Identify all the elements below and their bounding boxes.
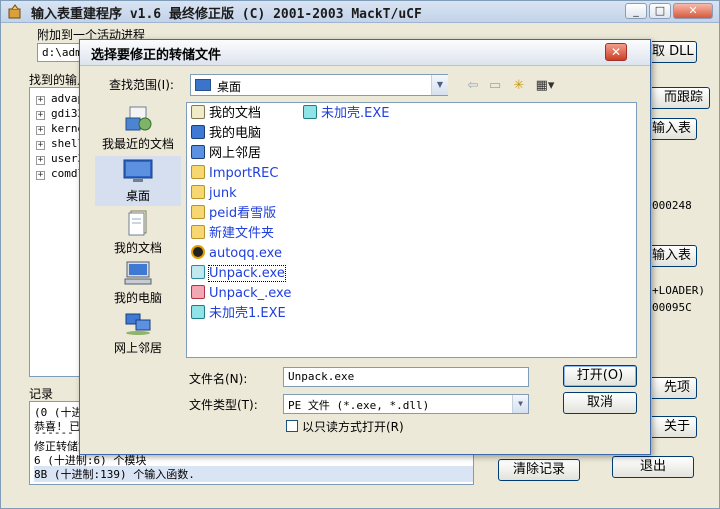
readonly-checkbox[interactable] <box>286 420 298 432</box>
file-item-exe[interactable]: 未加壳1.EXE <box>191 305 286 323</box>
expand-icon[interactable]: + <box>36 141 45 150</box>
dialog-titlebar[interactable]: 选择要修正的转储文件 ✕ <box>80 40 650 66</box>
place-network[interactable]: 网上邻居 <box>95 308 181 358</box>
maximize-button[interactable]: □ <box>649 3 671 19</box>
chevron-down-icon[interactable]: ▼ <box>431 75 448 95</box>
main-close-button[interactable]: ✕ <box>673 3 713 19</box>
expand-icon[interactable]: + <box>36 156 45 165</box>
qq-icon <box>191 245 205 259</box>
file-item-my-documents[interactable]: 我的文档 <box>191 105 261 123</box>
new-folder-icon[interactable]: ✳ <box>510 77 528 95</box>
place-my-computer[interactable]: 我的电脑 <box>95 258 181 308</box>
network-icon <box>125 313 151 335</box>
file-item-network[interactable]: 网上邻居 <box>191 145 261 163</box>
places-bar: 我最近的文档 桌面 我的文档 我的电脑 网上邻居 <box>93 102 185 358</box>
app-icon <box>8 4 21 19</box>
folder-icon <box>191 165 205 179</box>
expand-icon[interactable]: + <box>36 96 45 105</box>
filename-input[interactable]: Unpack.exe <box>283 367 529 387</box>
file-item-folder[interactable]: 新建文件夹 <box>191 225 274 243</box>
place-my-documents[interactable]: 我的文档 <box>95 208 181 258</box>
desktop-icon <box>195 79 211 91</box>
unpack-red-icon <box>191 285 205 299</box>
tree-item-module[interactable]: + gdi32 <box>36 107 84 120</box>
pick-dll-button[interactable]: 取 DLL <box>652 41 697 63</box>
file-item-folder[interactable]: junk <box>191 185 237 203</box>
readonly-label: 以只读方式打开(R) <box>302 420 404 434</box>
file-item-exe[interactable]: autoqq.exe <box>191 245 282 263</box>
look-in-label: 查找范围(I): <box>109 78 174 92</box>
file-item-exe[interactable]: Unpack.exe <box>191 265 286 283</box>
recent-docs-icon <box>125 106 152 131</box>
file-list[interactable]: 我的文档 我的电脑 网上邻居 ImportREC junk peid看雪版 新建… <box>186 102 637 358</box>
options-button[interactable]: 先项 <box>652 377 697 399</box>
file-item-folder[interactable]: peid看雪版 <box>191 205 276 223</box>
main-titlebar[interactable]: 输入表重建程序 v1.6 最终修正版 (C) 2001-2003 MackT/u… <box>1 1 719 23</box>
exe-icon <box>303 105 317 119</box>
place-desktop[interactable]: 桌面 <box>95 156 181 206</box>
open-file-dialog: 选择要修正的转储文件 ✕ 查找范围(I): 桌面 ▼ ⇦ ▭ ✳ ▦▾ 我最近的… <box>79 39 651 455</box>
open-button[interactable]: 打开(O) <box>563 365 637 387</box>
my-documents-icon <box>191 105 205 119</box>
look-in-combo[interactable]: 桌面 ▼ <box>190 74 448 96</box>
exit-button[interactable]: 退出 <box>612 456 694 478</box>
chevron-down-icon[interactable]: ▼ <box>512 395 528 413</box>
trace-button[interactable]: 而跟踪 <box>652 87 710 109</box>
expand-icon[interactable]: + <box>36 126 45 135</box>
unpack-icon <box>191 265 205 279</box>
app-title: 输入表重建程序 v1.6 最终修正版 (C) 2001-2003 MackT/u… <box>31 7 422 22</box>
log-line: 8B (十进制:139) 个输入函数. <box>34 466 473 482</box>
dialog-title: 选择要修正的转储文件 <box>91 48 222 63</box>
filetype-select[interactable]: PE 文件 (*.exe, *.dll) ▼ <box>283 394 529 414</box>
view-menu-icon[interactable]: ▦▾ <box>532 77 558 95</box>
folder-icon <box>191 185 205 199</box>
rva-value: 00095C <box>652 301 692 314</box>
import-table-button[interactable]: 输入表 <box>652 245 697 267</box>
file-item-exe[interactable]: Unpack_.exe <box>191 285 291 303</box>
look-in-value: 桌面 <box>217 80 242 94</box>
my-documents-icon <box>128 210 147 236</box>
expand-icon[interactable]: + <box>36 171 45 180</box>
exe-icon <box>191 305 205 319</box>
loader-label: +LOADER) <box>652 284 705 297</box>
cancel-button[interactable]: 取消 <box>563 392 637 414</box>
network-icon <box>191 145 205 159</box>
get-imports-button[interactable]: 输入表 <box>652 118 697 140</box>
filename-label: 文件名(N): <box>189 372 248 386</box>
filetype-value: PE 文件 (*.exe, *.dll) <box>288 399 430 412</box>
file-item-my-computer[interactable]: 我的电脑 <box>191 125 261 143</box>
back-icon[interactable]: ⇦ <box>464 77 482 95</box>
file-item-folder[interactable]: ImportREC <box>191 165 278 183</box>
minimize-button[interactable]: _ <box>625 3 647 19</box>
clear-log-button[interactable]: 清除记录 <box>498 459 580 481</box>
up-folder-icon[interactable]: ▭ <box>486 77 504 95</box>
expand-icon[interactable]: + <box>36 111 45 120</box>
folder-icon <box>191 225 205 239</box>
my-computer-icon <box>191 125 205 139</box>
about-button[interactable]: 关于 <box>652 416 697 438</box>
place-recent-docs[interactable]: 我最近的文档 <box>95 104 181 154</box>
log-label: 记录 <box>27 385 56 402</box>
file-item-exe[interactable]: 未加壳.EXE <box>303 105 389 123</box>
folder-icon <box>191 205 205 219</box>
dialog-close-button[interactable]: ✕ <box>605 43 627 61</box>
my-computer-icon <box>124 261 152 285</box>
rva-value: 000248 <box>652 199 692 212</box>
filetype-label: 文件类型(T): <box>189 398 258 412</box>
desktop-icon <box>123 159 153 182</box>
